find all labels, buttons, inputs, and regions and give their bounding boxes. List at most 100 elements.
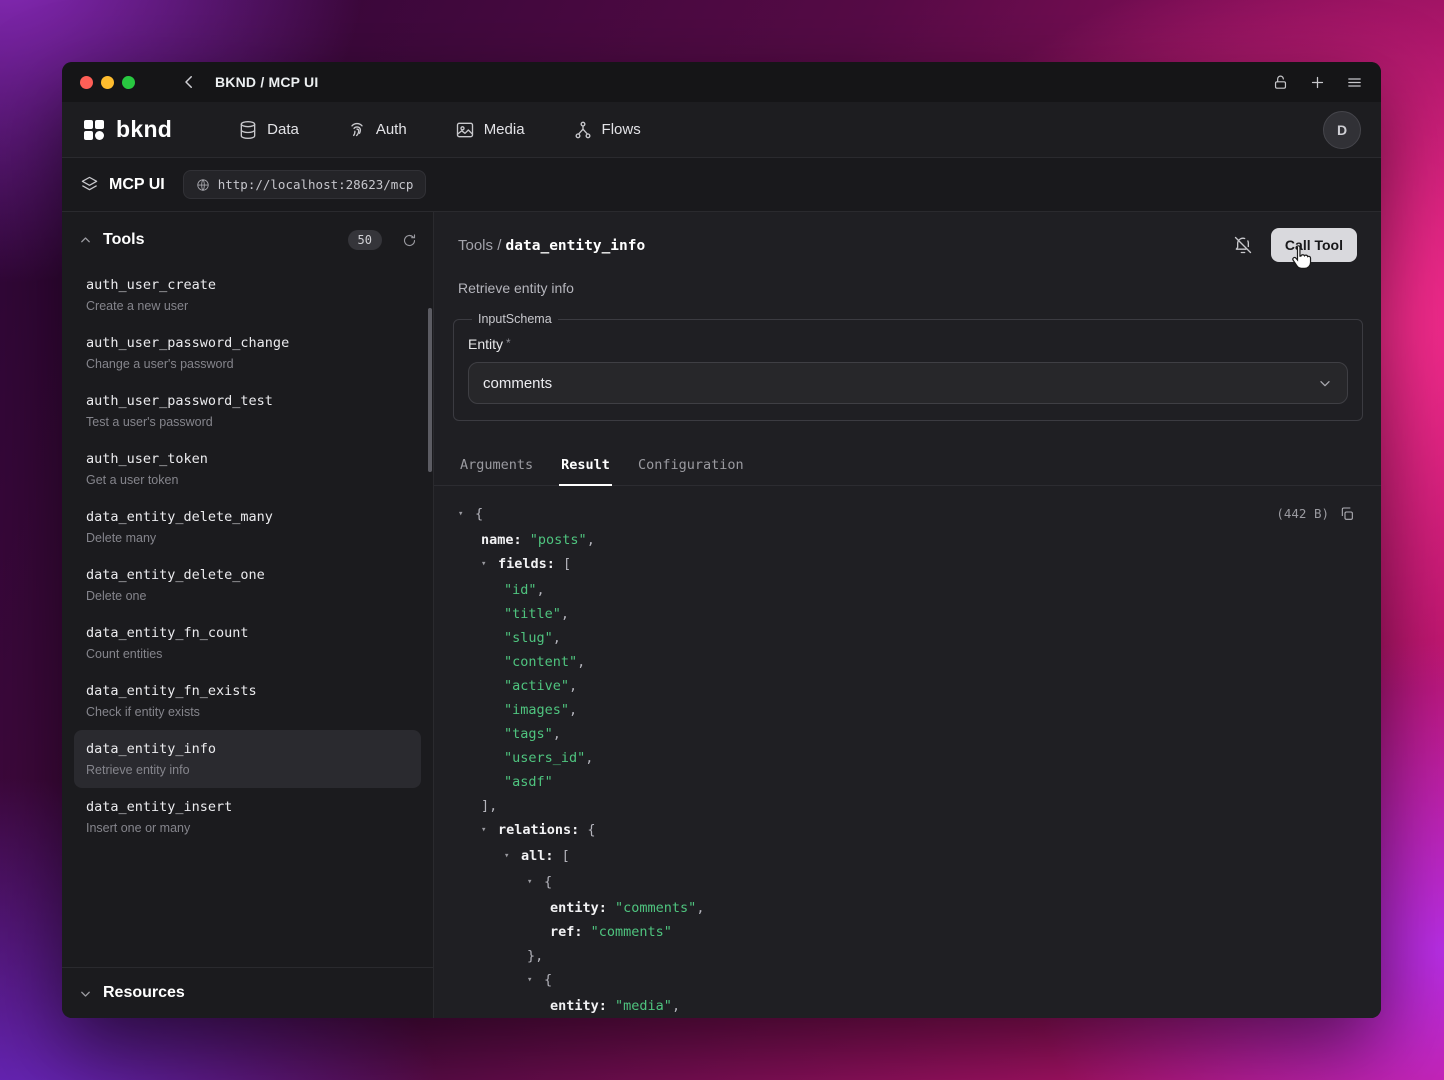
database-icon <box>238 120 258 140</box>
image-icon <box>455 120 475 140</box>
desktop-background: BKND / MCP UI bknd DataAuthMediaFlows D … <box>0 0 1444 1080</box>
tools-section-header[interactable]: Tools 50 <box>62 212 433 262</box>
tool-name: auth_user_password_test <box>86 393 409 409</box>
input-schema-legend: InputSchema <box>472 312 558 326</box>
tab-arguments[interactable]: Arguments <box>458 447 535 485</box>
nav-item-media[interactable]: Media <box>455 120 525 140</box>
avatar[interactable]: D <box>1323 111 1361 149</box>
bknd-logo-icon <box>82 118 106 142</box>
tool-item-data_entity_delete_many[interactable]: data_entity_delete_manyDelete many <box>74 498 421 556</box>
nav-item-auth[interactable]: Auth <box>347 120 407 140</box>
collapse-toggle-icon[interactable]: ▾ <box>481 552 498 576</box>
app-header: bknd Data Auth Media Flows D <box>62 102 1381 158</box>
required-mark: * <box>506 336 511 350</box>
tool-item-auth_user_password_test[interactable]: auth_user_password_testTest a user's pas… <box>74 382 421 440</box>
tool-name: auth_user_token <box>86 451 409 467</box>
chevron-up-icon <box>78 233 93 248</box>
result-size: (442 B) <box>1276 502 1329 526</box>
tab-result[interactable]: Result <box>559 447 612 485</box>
sidebar-scrollbar[interactable] <box>428 308 432 472</box>
tab-configuration[interactable]: Configuration <box>636 447 746 485</box>
json-line: ], <box>458 794 1357 818</box>
tool-name: data_entity_delete_one <box>86 567 409 583</box>
menu-icon[interactable] <box>1346 74 1363 91</box>
breadcrumb-current: data_entity_info <box>506 238 646 254</box>
nav-item-flows[interactable]: Flows <box>573 120 641 140</box>
brand[interactable]: bknd <box>82 116 172 143</box>
tool-item-data_entity_fn_exists[interactable]: data_entity_fn_exists Check if entity exi… <box>74 672 421 730</box>
call-tool-button[interactable]: Call Tool <box>1271 228 1357 262</box>
tool-item-data_entity_fn_count[interactable]: data_entity_fn_count Count entities <box>74 614 421 672</box>
json-line: ▾{ <box>458 968 1357 994</box>
result-panel: (442 B) ▾{name: "posts",▾fields: ["id","… <box>434 486 1381 1018</box>
tool-name: auth_user_password_change <box>86 335 409 351</box>
json-line: "content", <box>458 650 1357 674</box>
json-line: "users_id", <box>458 746 1357 770</box>
tool-desc: Change a user's password <box>86 357 409 371</box>
tool-item-auth_user_create[interactable]: auth_user_create Create a new user <box>74 266 421 324</box>
new-tab-button[interactable] <box>1309 74 1326 91</box>
tool-item-data_entity_info[interactable]: data_entity_infoRetrieve entity info <box>74 730 421 788</box>
back-button[interactable] <box>177 70 201 94</box>
collapse-toggle-icon[interactable]: ▾ <box>527 968 544 992</box>
main-nav: Data Auth Media Flows <box>238 120 641 140</box>
sub-header: MCP UI http://localhost:28623/mcp <box>62 158 1381 212</box>
fingerprint-icon <box>347 120 367 140</box>
chevron-down-icon <box>1317 375 1333 391</box>
nav-item-label: Auth <box>376 121 407 138</box>
tool-item-data_entity_insert[interactable]: data_entity_insertInsert one or many <box>74 788 421 846</box>
json-line: "title", <box>458 602 1357 626</box>
tool-desc: Count entities <box>86 647 409 661</box>
breadcrumb-separator: / <box>493 237 506 254</box>
refresh-tools-button[interactable] <box>402 233 417 248</box>
close-window-button[interactable] <box>80 76 93 89</box>
tool-name: data_entity_insert <box>86 799 409 815</box>
tool-item-auth_user_password_change[interactable]: auth_user_password_change Change a user's… <box>74 324 421 382</box>
minimize-window-button[interactable] <box>101 76 114 89</box>
tabs: Arguments Result Configuration <box>434 447 1381 486</box>
json-line: ▾fields: [ <box>458 552 1357 578</box>
bell-off-icon[interactable] <box>1233 235 1253 255</box>
sidebar: Tools 50 auth_user_create Create a new us… <box>62 212 434 1018</box>
tool-desc: Delete one <box>86 589 409 603</box>
tool-desc: Retrieve entity info <box>86 763 409 777</box>
chevron-down-icon <box>78 986 93 1001</box>
tool-item-data_entity_delete_one[interactable]: data_entity_delete_one Delete one <box>74 556 421 614</box>
json-line: entity: "media", <box>458 994 1357 1018</box>
tool-name: auth_user_create <box>86 277 409 293</box>
collapse-toggle-icon[interactable]: ▾ <box>527 870 544 894</box>
breadcrumb: Tools / data_entity_info <box>458 237 645 254</box>
zoom-window-button[interactable] <box>122 76 135 89</box>
nav-item-data[interactable]: Data <box>238 120 299 140</box>
entity-select[interactable]: comments <box>468 362 1348 404</box>
tool-name: data_entity_fn_exists <box>86 683 409 699</box>
lock-icon[interactable] <box>1272 74 1289 91</box>
tool-item-auth_user_token[interactable]: auth_user_tokenGet a user token <box>74 440 421 498</box>
resources-section-header[interactable]: Resources <box>62 967 433 1018</box>
mcp-url-chip[interactable]: http://localhost:28623/mcp <box>183 170 427 199</box>
result-meta: (442 B) <box>1276 502 1355 526</box>
json-tree: ▾{name: "posts",▾fields: ["id","title","… <box>458 502 1357 1018</box>
tool-name: data_entity_fn_count <box>86 625 409 641</box>
titlebar: BKND / MCP UI <box>62 62 1381 102</box>
nav-item-label: Media <box>484 121 525 138</box>
brand-name: bknd <box>116 116 172 143</box>
page-title: MCP UI <box>109 176 165 194</box>
copy-result-button[interactable] <box>1339 506 1355 522</box>
json-line: ref: "comments" <box>458 920 1357 944</box>
mcp-url: http://localhost:28623/mcp <box>218 177 414 192</box>
entity-field-label: Entity* <box>468 336 1348 352</box>
json-line: ▾all: [ <box>458 844 1357 870</box>
json-line: "asdf" <box>458 770 1357 794</box>
json-line: "active", <box>458 674 1357 698</box>
tool-desc: Create a new user <box>86 299 409 313</box>
tool-desc: Check if entity exists <box>86 705 409 719</box>
collapse-toggle-icon[interactable]: ▾ <box>504 844 521 868</box>
tools-section-title: Tools <box>103 231 144 249</box>
titlebar-actions <box>1272 74 1363 91</box>
tool-desc: Delete many <box>86 531 409 545</box>
collapse-toggle-icon[interactable]: ▾ <box>481 818 498 842</box>
breadcrumb-tools-link[interactable]: Tools <box>458 237 493 254</box>
collapse-toggle-icon[interactable]: ▾ <box>458 502 475 526</box>
app-window: BKND / MCP UI bknd DataAuthMediaFlows D … <box>62 62 1381 1018</box>
